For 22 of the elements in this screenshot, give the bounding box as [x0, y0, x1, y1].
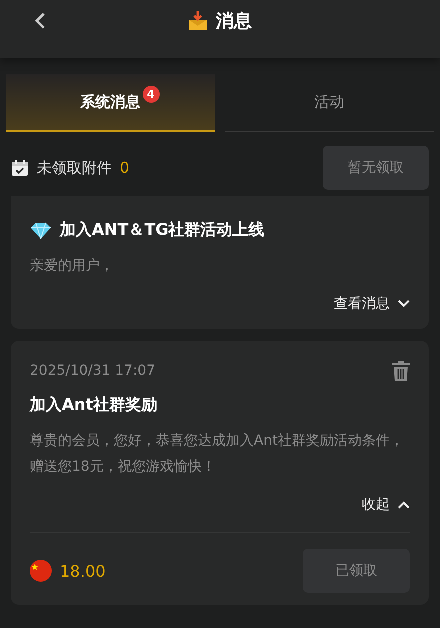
envelope-icon — [188, 11, 208, 31]
message-body: 亲爱的用户， — [30, 257, 115, 276]
diamond-icon — [30, 222, 52, 240]
tab[interactable]: 活动 — [225, 74, 434, 132]
page-title: 消息 — [216, 10, 252, 33]
attachments-label: 未领取附件 — [37, 158, 112, 178]
tab[interactable]: 系统消息 4 — [6, 74, 215, 132]
expand-toggle[interactable]: 收起 — [362, 492, 410, 518]
message-title: 加入Ant社群奖励 — [30, 395, 158, 416]
message-body: 尊贵的会员，您好，恭喜您达成加入Ant社群奖励活动条件，赠送您18元，祝您游戏愉快！ — [30, 432, 405, 477]
trash-icon[interactable] — [392, 361, 410, 381]
chevron-icon — [398, 501, 410, 509]
flag-coin-icon — [30, 560, 52, 582]
message-title: 加入ANT＆TG社群活动上线 — [60, 220, 265, 241]
back-icon — [34, 12, 46, 30]
reward-amount: 18.00 — [60, 562, 107, 580]
gift-calendar-icon — [11, 159, 29, 177]
message-date: 2025/10/31 17:07 — [30, 363, 156, 379]
expand-toggle[interactable]: 查看消息 — [334, 291, 410, 317]
chevron-icon — [398, 300, 410, 308]
unread-badge: 4 — [142, 86, 160, 103]
attachments-count: 0 — [120, 159, 131, 177]
